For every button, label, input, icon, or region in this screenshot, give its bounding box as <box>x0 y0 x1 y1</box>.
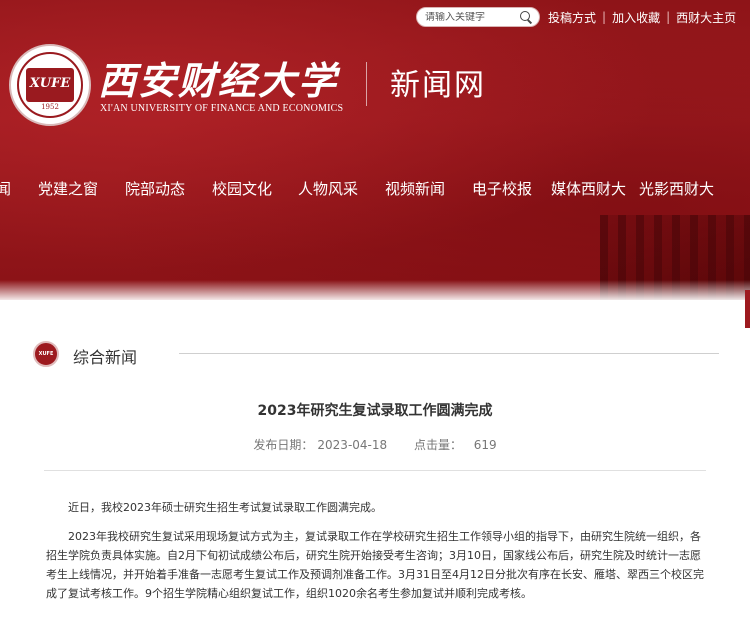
nav-item-photo[interactable]: 光影西财大 <box>639 178 714 199</box>
banner-fade <box>0 280 750 300</box>
section-header: 综合新闻 <box>33 341 719 369</box>
link-separator: | <box>666 10 671 24</box>
click-count: 619 <box>473 438 497 452</box>
nav-item-e-newspaper[interactable]: 电子校报 <box>472 178 532 199</box>
nav-item-party-building[interactable]: 党建之窗 <box>38 178 98 199</box>
clicks-label: 点击量： <box>414 438 463 452</box>
section-title[interactable]: 综合新闻 <box>73 344 137 368</box>
site-name: 新闻网 <box>390 68 486 103</box>
search-icon[interactable] <box>519 10 533 24</box>
top-links: 投稿方式 | 加入收藏 | 西财大主页 <box>548 9 736 26</box>
search-box <box>416 7 540 27</box>
nav-item-media[interactable]: 媒体西财大 <box>551 178 626 199</box>
nav-item-campus-culture[interactable]: 校园文化 <box>212 178 272 199</box>
scroll-edge-mark <box>745 290 750 328</box>
nav-item-video-news[interactable]: 视频新闻 <box>385 178 445 199</box>
seal-year: 1952 <box>41 103 59 111</box>
main-nav: 闻 党建之窗 院部动态 校园文化 人物风采 视频新闻 电子校报 媒体西财大 光影… <box>0 178 750 202</box>
search-input[interactable] <box>425 11 519 23</box>
date-label: 发布日期： <box>253 438 314 452</box>
header-banner: 投稿方式 | 加入收藏 | 西财大主页 XUFE 1952 西安财经大学 XI'… <box>0 0 750 300</box>
university-seal-logo[interactable]: XUFE 1952 <box>9 44 91 126</box>
link-separator: | <box>602 10 607 24</box>
article-body: 近日，我校2023年硕士研究生招生考试复试录取工作圆满完成。 2023年我校研究… <box>46 498 706 613</box>
article-title: 2023年研究生复试录取工作圆满完成 <box>257 403 493 419</box>
article-meta: 发布日期： 2023-04-18 点击量： 619 <box>0 436 750 453</box>
university-name-cn: 西安财经大学 <box>98 58 339 103</box>
university-name-en: XI'AN UNIVERSITY OF FINANCE AND ECONOMIC… <box>100 103 344 114</box>
article-paragraph: 近日，我校2023年硕士研究生招生考试复试录取工作圆满完成。 <box>68 501 382 514</box>
section-logo-icon <box>33 341 59 367</box>
section-divider <box>179 353 719 354</box>
link-add-favorite[interactable]: 加入收藏 <box>612 9 660 26</box>
publish-date: 2023-04-18 <box>317 438 388 452</box>
logo-divider <box>366 62 367 106</box>
nav-item-news[interactable]: 闻 <box>0 178 11 199</box>
meta-divider <box>44 470 706 471</box>
seal-text: XUFE <box>29 76 71 91</box>
link-university-home[interactable]: 西财大主页 <box>676 9 736 26</box>
link-submit-method[interactable]: 投稿方式 <box>548 9 596 26</box>
article-paragraph: 2023年我校研究生复试采用现场复试方式为主，复试录取工作在学校研究生招生工作领… <box>46 530 704 600</box>
top-utility-bar: 投稿方式 | 加入收藏 | 西财大主页 <box>416 7 736 27</box>
nav-item-people[interactable]: 人物风采 <box>298 178 358 199</box>
nav-item-department-news[interactable]: 院部动态 <box>125 178 185 199</box>
